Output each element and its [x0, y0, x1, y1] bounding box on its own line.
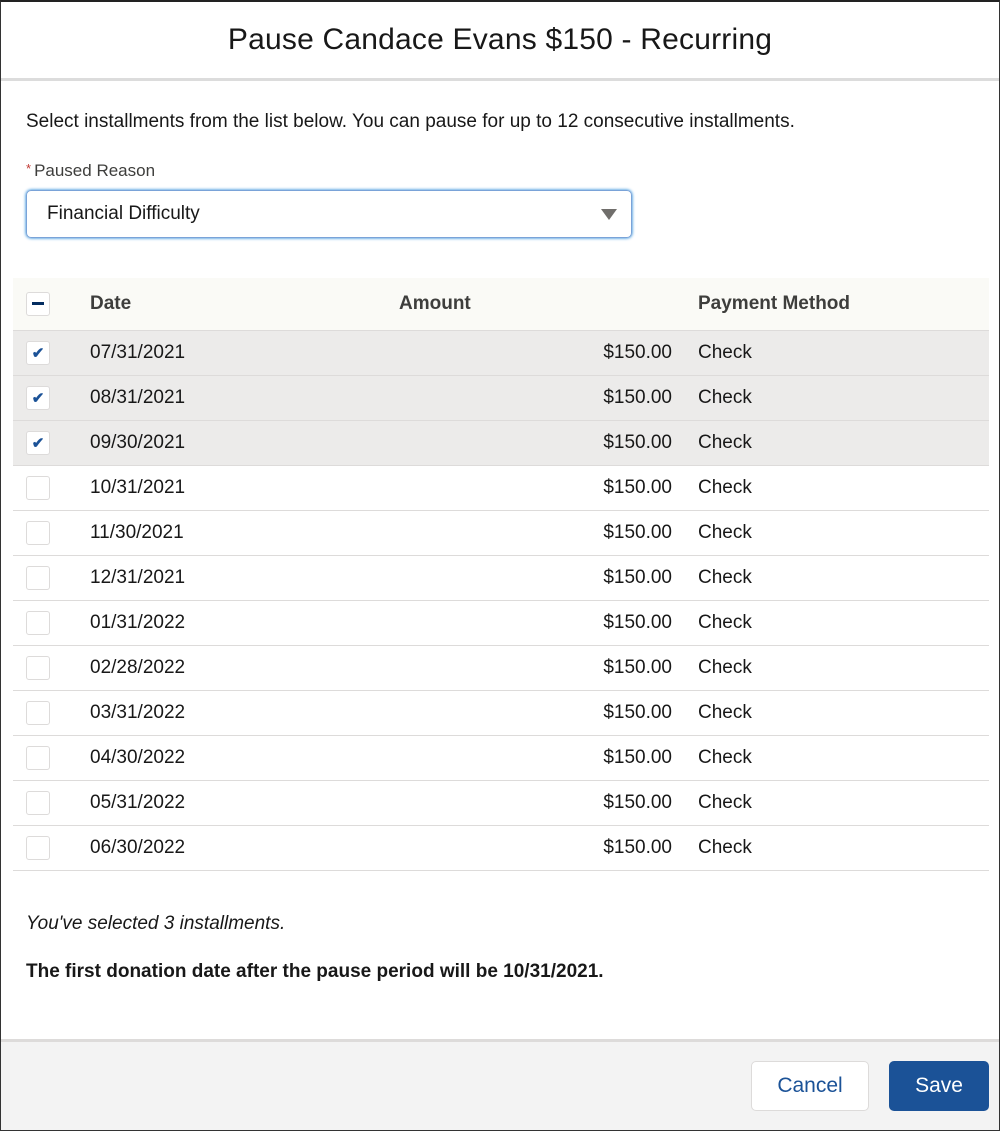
row-date: 03/31/2022	[90, 701, 186, 723]
column-header-amount: Amount	[399, 292, 471, 314]
row-amount: $150.00	[603, 386, 672, 408]
row-date: 04/30/2022	[90, 746, 186, 768]
row-amount: $150.00	[603, 341, 672, 363]
dialog-title: Pause Candace Evans $150 - Recurring	[227, 23, 773, 56]
row-payment-method: Check	[698, 521, 752, 543]
table-row[interactable]: 10/31/2021 $150.00 Check	[13, 465, 989, 510]
row-amount: $150.00	[603, 656, 672, 678]
column-header-payment-method: Payment Method	[698, 292, 851, 314]
row-checkbox[interactable]	[26, 835, 50, 860]
row-amount: $150.00	[603, 746, 672, 768]
required-marker: *	[26, 161, 32, 176]
table-row[interactable]: ✔ 09/30/2021 $150.00 Check	[13, 420, 989, 465]
row-amount: $150.00	[603, 836, 672, 858]
table-row[interactable]: ✔ 08/31/2021 $150.00 Check	[13, 375, 989, 420]
table-row[interactable]: 12/31/2021 $150.00 Check	[13, 555, 989, 600]
row-date: 05/31/2022	[90, 791, 186, 813]
paused-reason-label-text: Paused Reason	[34, 161, 156, 180]
row-checkbox[interactable]	[26, 790, 50, 815]
row-date: 06/30/2022	[90, 836, 186, 858]
row-payment-method: Check	[698, 791, 752, 813]
table-row[interactable]: 02/28/2022 $150.00 Check	[13, 645, 989, 690]
chevron-down-icon	[601, 208, 617, 220]
row-amount: $150.00	[603, 611, 672, 633]
row-payment-method: Check	[698, 566, 752, 588]
row-date: 10/31/2021	[90, 476, 186, 498]
row-checkbox[interactable]	[26, 475, 50, 500]
table-row[interactable]: 05/31/2022 $150.00 Check	[13, 780, 989, 825]
cancel-button[interactable]: Cancel	[751, 1061, 869, 1111]
pause-dialog: Pause Candace Evans $150 - Recurring Sel…	[0, 0, 1000, 1131]
select-all-checkbox[interactable]	[26, 291, 50, 316]
row-checkbox[interactable]: ✔	[26, 430, 50, 455]
row-checkbox[interactable]	[26, 700, 50, 725]
row-checkbox[interactable]	[26, 745, 50, 770]
row-payment-method: Check	[698, 701, 752, 723]
installments-table: Date Amount Payment Method ✔ 07/31/2021 $1…	[13, 278, 989, 871]
paused-reason-label: * Paused Reason	[26, 161, 987, 181]
table-header-row: Date Amount Payment Method	[13, 278, 989, 330]
row-payment-method: Check	[698, 476, 752, 498]
row-payment-method: Check	[698, 656, 752, 678]
checkmark-icon: ✔	[31, 434, 45, 452]
dialog-header: Pause Candace Evans $150 - Recurring	[1, 2, 999, 81]
row-payment-method: Check	[698, 341, 752, 363]
row-date: 08/31/2021	[90, 386, 186, 408]
selected-count-text: You've selected 3 installments.	[26, 912, 286, 934]
row-payment-method: Check	[698, 746, 752, 768]
row-checkbox[interactable]	[26, 565, 50, 590]
save-button[interactable]: Save	[889, 1061, 989, 1111]
paused-reason-select[interactable]: Financial Difficulty	[26, 190, 632, 238]
row-amount: $150.00	[603, 521, 672, 543]
row-date: 07/31/2021	[90, 341, 186, 363]
table-row[interactable]: 01/31/2022 $150.00 Check	[13, 600, 989, 645]
row-amount: $150.00	[603, 791, 672, 813]
first-donation-date-text: The first donation date after the pause …	[26, 960, 604, 982]
row-payment-method: Check	[698, 431, 752, 453]
row-date: 01/31/2022	[90, 611, 186, 633]
checkmark-icon: ✔	[31, 344, 45, 362]
row-payment-method: Check	[698, 386, 752, 408]
row-payment-method: Check	[698, 836, 752, 858]
dialog-footer: Cancel Save	[1, 1039, 999, 1130]
table-row[interactable]: 03/31/2022 $150.00 Check	[13, 690, 989, 735]
table-row[interactable]: ✔ 07/31/2021 $150.00 Check	[13, 330, 989, 375]
row-amount: $150.00	[603, 431, 672, 453]
column-header-date: Date	[90, 292, 132, 314]
row-amount: $150.00	[603, 476, 672, 498]
row-payment-method: Check	[698, 611, 752, 633]
checkmark-icon: ✔	[31, 389, 45, 407]
row-date: 09/30/2021	[90, 431, 186, 453]
dialog-body: Select installments from the list below.…	[1, 111, 999, 983]
row-date: 12/31/2021	[90, 566, 186, 588]
row-checkbox[interactable]	[26, 520, 50, 545]
row-checkbox[interactable]: ✔	[26, 385, 50, 410]
row-date: 02/28/2022	[90, 656, 186, 678]
row-date: 11/30/2021	[90, 521, 184, 543]
table-row[interactable]: 04/30/2022 $150.00 Check	[13, 735, 989, 780]
row-amount: $150.00	[603, 701, 672, 723]
row-checkbox[interactable]: ✔	[26, 340, 50, 365]
intro-text: Select installments from the list below.…	[26, 111, 795, 132]
row-amount: $150.00	[603, 566, 672, 588]
table-row[interactable]: 06/30/2022 $150.00 Check	[13, 825, 989, 870]
table-row[interactable]: 11/30/2021 $150.00 Check	[13, 510, 989, 555]
paused-reason-value: Financial Difficulty	[47, 203, 200, 224]
row-checkbox[interactable]	[26, 610, 50, 635]
row-checkbox[interactable]	[26, 655, 50, 680]
